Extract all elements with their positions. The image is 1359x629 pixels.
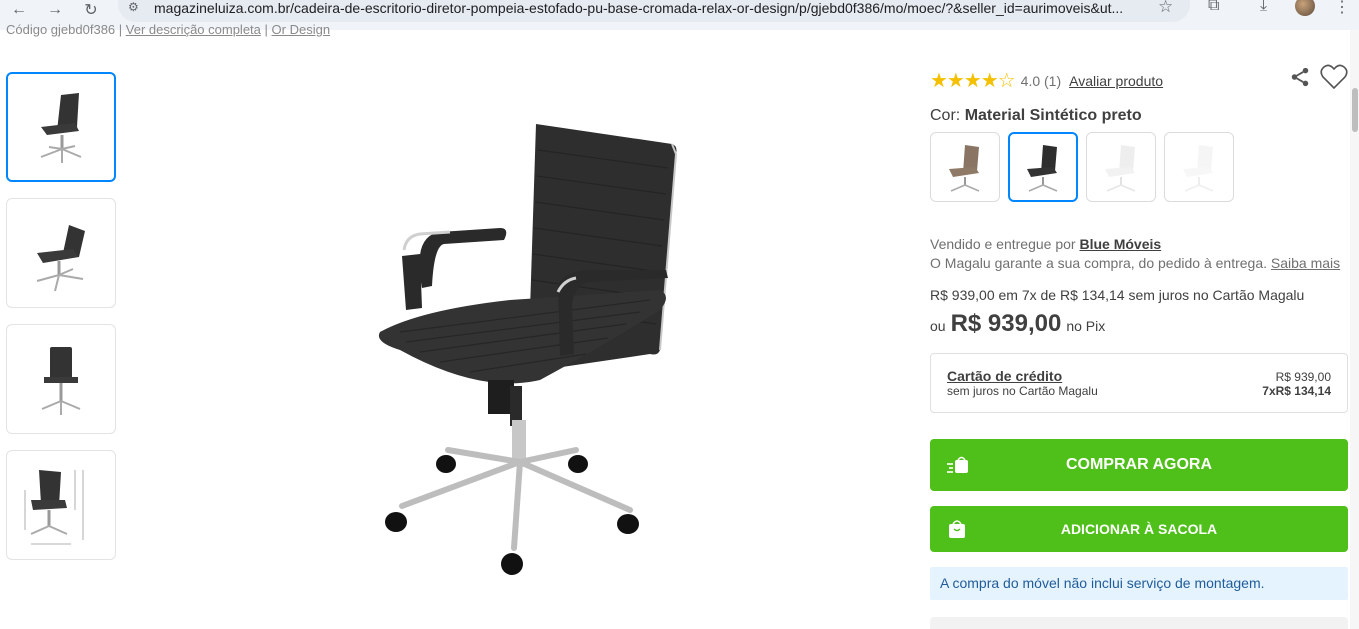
bookmark-star-icon[interactable]: ☆ [1158,0,1173,17]
learn-more-link[interactable]: Saiba mais [1271,255,1340,271]
color-label-prefix: Cor: [930,107,961,124]
rating-value: 4.0 (1) [1020,72,1062,89]
selected-color-name: Material Sintético preto [964,107,1142,124]
credit-card-subtitle: sem juros no Cartão Magalu [947,384,1098,398]
color-swatch-white[interactable] [1086,132,1156,202]
back-icon[interactable]: ← [8,0,30,20]
assembly-notice: A compra do móvel não inclui serviço de … [930,567,1348,600]
chair-black-swatch-icon [1027,145,1058,192]
scrollbar-thumb[interactable] [1352,88,1358,132]
chair-brown-swatch-icon [949,145,980,192]
share-icon[interactable] [1289,66,1311,88]
seller-name-link[interactable]: Blue Móveis [1079,236,1161,252]
add-to-bag-button[interactable]: ADICIONAR À SACOLA [930,506,1348,552]
site-settings-icon[interactable]: ⚙ [128,0,139,14]
buy-now-button[interactable]: COMPRAR AGORA [930,439,1348,491]
profile-avatar[interactable] [1295,0,1315,16]
seller-info: Vendido e entregue por Blue Móveis O Mag… [930,235,1340,273]
add-to-bag-label[interactable]: ADICIONAR À SACOLA [1061,521,1217,537]
thumbnail-2[interactable] [6,198,116,308]
extensions-icon[interactable]: ⧉ [1208,0,1219,15]
color-swatch-black[interactable] [1008,132,1078,202]
product-main-image[interactable] [360,110,690,590]
chair-side-thumb-icon [36,225,85,292]
credit-card-installment: 7xR$ 134,14 [1262,384,1331,398]
color-swatch-white-alt[interactable] [1164,132,1234,202]
rating-row: ★★★★☆ 4.0 (1) Avaliar produto [930,68,1163,93]
pix-label: no Pix [1066,318,1106,334]
bag-icon [949,520,965,538]
brand-link[interactable]: Or Design [272,22,331,37]
guarantee-text: O Magalu garante a sua compra, do pedido… [930,255,1267,271]
full-description-link[interactable]: Ver descrição completa [126,22,261,37]
chair-back-thumb-icon [41,347,81,415]
credit-card-title[interactable]: Cartão de crédito [947,368,1062,384]
color-swatch-brown[interactable] [930,132,1000,202]
thumbnail-4[interactable] [6,450,116,560]
pix-prefix: ou [930,318,946,334]
reload-icon[interactable]: ↻ [80,0,102,20]
next-section-box [930,617,1348,629]
download-icon[interactable]: ⤓ [1260,0,1267,15]
fast-bag-icon [947,456,968,473]
color-selector-label: Cor: Material Sintético preto [930,107,1142,125]
guarantee-line: O Magalu garante a sua compra, do pedido… [930,254,1340,273]
product-code-row: Código gjebd0f386 | Ver descrição comple… [6,22,330,37]
browser-menu-icon[interactable]: ⋮ [1334,0,1350,17]
separator: | [264,22,268,37]
url-text[interactable]: magazineluiza.com.br/cadeira-de-escritor… [154,0,1144,16]
credit-card-option[interactable]: Cartão de crédito sem juros no Cartão Ma… [930,353,1348,413]
product-code: Código gjebd0f386 | [6,22,123,37]
heart-icon[interactable] [1320,64,1348,90]
credit-card-total: R$ 939,00 [1275,370,1331,384]
seller-line: Vendido e entregue por Blue Móveis [930,235,1340,254]
buy-now-label[interactable]: COMPRAR AGORA [1066,456,1212,474]
seller-prefix: Vendido e entregue por [930,236,1076,252]
rate-product-link[interactable]: Avaliar produto [1069,73,1163,89]
forward-icon[interactable]: → [44,0,66,20]
pix-price: R$ 939,00 [950,310,1062,337]
thumbnail-1[interactable] [6,72,116,182]
thumbnail-3[interactable] [6,324,116,434]
installments-text: R$ 939,00 em 7x de R$ 134,14 sem juros n… [930,287,1305,303]
chair-dimensions-thumb-icon [24,470,84,545]
chair-white-alt-swatch-icon [1183,145,1214,192]
rating-stars: ★★★★☆ [930,70,1016,92]
chair-front-thumb-icon [40,93,82,163]
chair-white-swatch-icon [1105,145,1136,192]
pix-price-row: ou R$ 939,00 no Pix [930,310,1105,338]
